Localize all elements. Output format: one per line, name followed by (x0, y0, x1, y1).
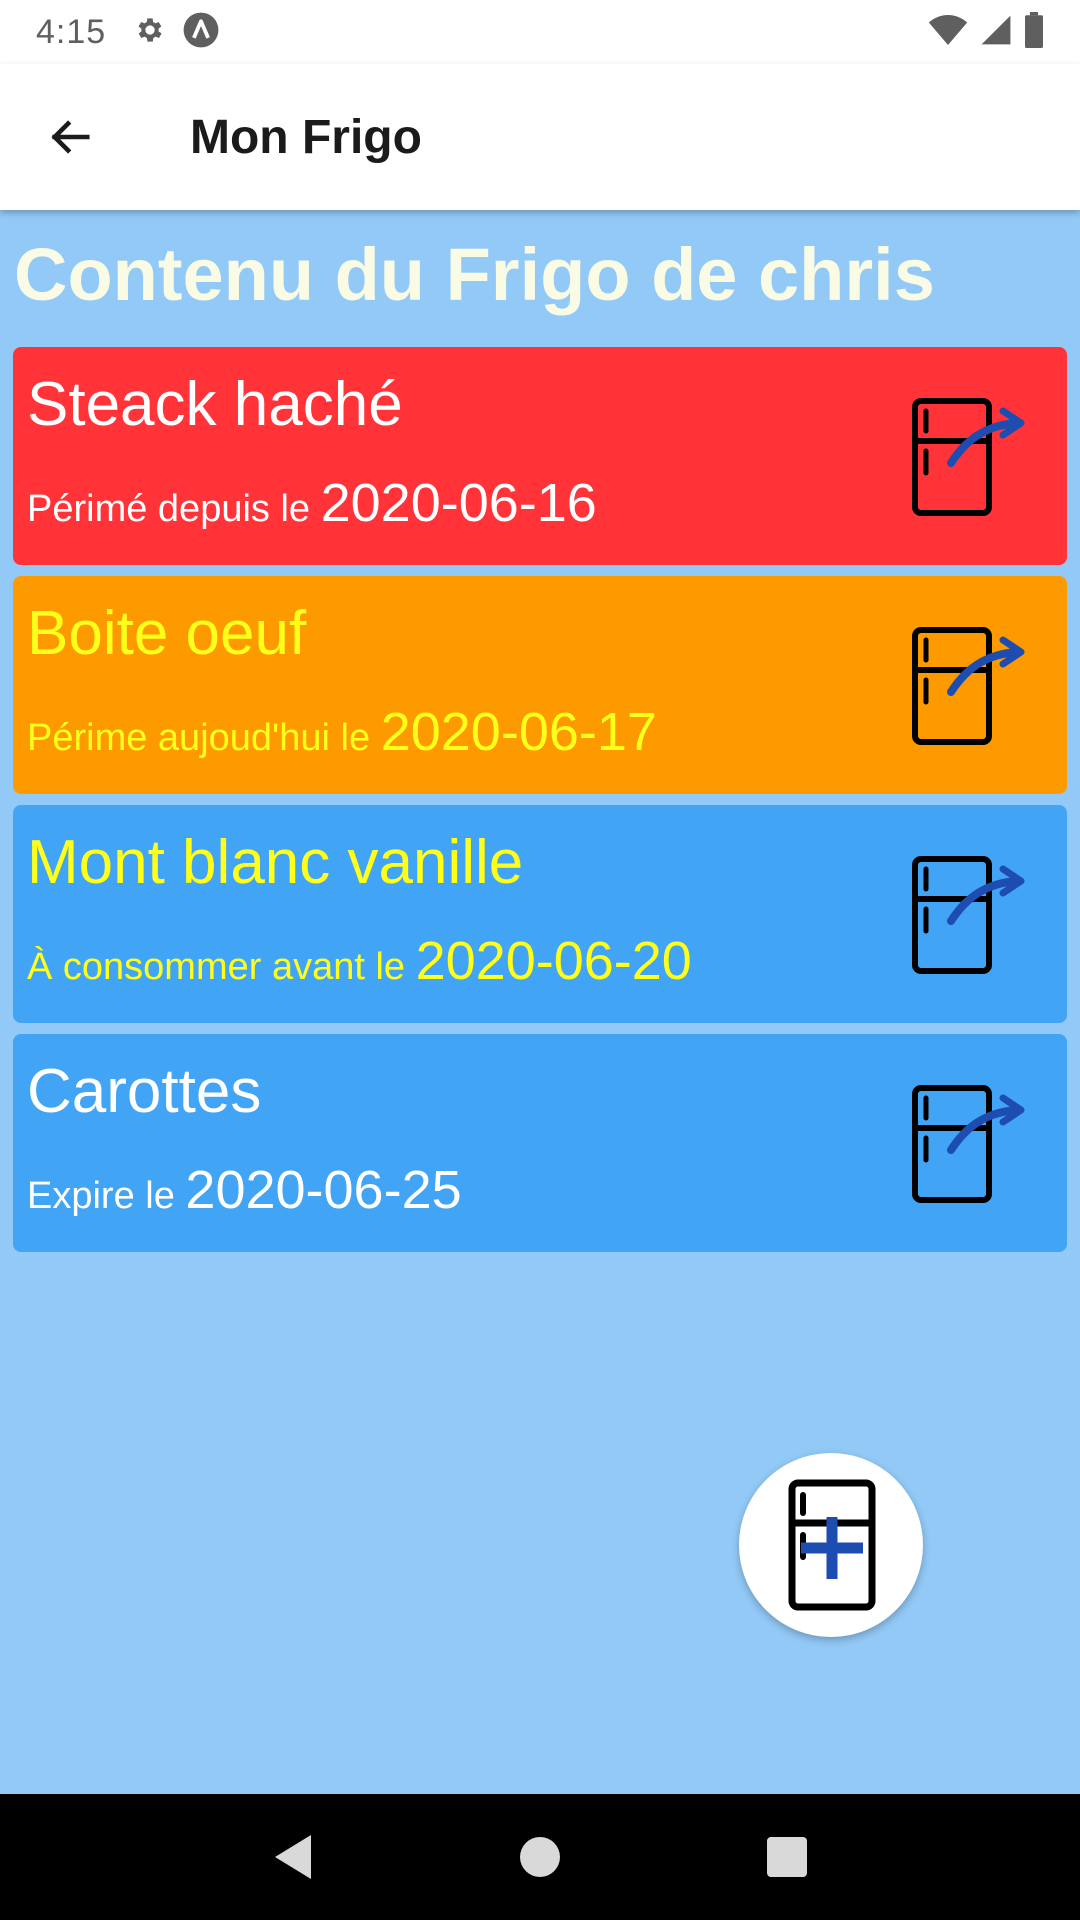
signal-icon (980, 14, 1012, 51)
status-icons-right (928, 11, 1044, 53)
item-expiry-date: 2020-06-20 (415, 931, 692, 991)
gear-icon (134, 14, 166, 51)
item-expiry-date: 2020-06-16 (320, 473, 597, 533)
nav-recents-button[interactable] (742, 1812, 832, 1902)
remove-from-fridge-icon (893, 1085, 1031, 1216)
arrow-left-icon (51, 120, 90, 154)
add-to-fridge-icon (788, 1479, 876, 1611)
item-expiry-date: 2020-06-17 (380, 702, 657, 762)
fridge-item-card[interactable]: Carottes Expire le 2020-06-25 (13, 1034, 1067, 1252)
status-time: 4:15 (36, 12, 107, 51)
remove-from-fridge-icon (893, 398, 1031, 529)
fridge-item-card[interactable]: Steack haché Périmé depuis le 2020-06-16 (13, 347, 1067, 565)
fridge-item-card[interactable]: Boite oeuf Périme aujoud'hui le 2020-06-1… (13, 576, 1067, 794)
item-expiry-date: 2020-06-25 (185, 1160, 462, 1220)
remove-from-fridge-button[interactable] (893, 616, 1031, 754)
nav-recents-icon (766, 1837, 807, 1877)
fridge-item-list: Steack haché Périmé depuis le 2020-06-16 B… (13, 347, 1067, 1263)
screen: 4:15 Mon Frigo Contenu du Frigo de chris… (0, 0, 1080, 1920)
item-expiry-prefix: À consommer avant le (27, 946, 416, 988)
app-title: Mon Frigo (190, 110, 422, 164)
app-bar: Mon Frigo (0, 64, 1080, 210)
fridge-item-card[interactable]: Mont blanc vanille À consommer avant le 2… (13, 805, 1067, 1023)
back-button[interactable] (20, 87, 120, 187)
remove-from-fridge-icon (893, 856, 1031, 987)
item-expiry-prefix: Périme aujoud'hui le (27, 717, 381, 759)
nav-home-icon (519, 1837, 560, 1877)
battery-icon (1024, 11, 1044, 53)
item-expiry-prefix: Périmé depuis le (27, 488, 321, 530)
remove-from-fridge-button[interactable] (893, 387, 1031, 525)
remove-from-fridge-button[interactable] (893, 845, 1031, 983)
app-notification-icon (182, 11, 220, 54)
nav-back-icon (275, 1835, 312, 1879)
page-heading: Contenu du Frigo de chris (14, 233, 935, 316)
add-item-fab[interactable] (739, 1453, 923, 1637)
wifi-icon (928, 13, 968, 52)
status-icons-left (134, 11, 220, 54)
remove-from-fridge-button[interactable] (893, 1074, 1031, 1212)
item-expiry-prefix: Expire le (27, 1175, 186, 1217)
status-bar: 4:15 (0, 0, 1080, 64)
remove-from-fridge-icon (893, 627, 1031, 758)
nav-back-button[interactable] (248, 1812, 338, 1902)
system-nav-bar (0, 1794, 1080, 1920)
nav-home-button[interactable] (495, 1812, 585, 1902)
